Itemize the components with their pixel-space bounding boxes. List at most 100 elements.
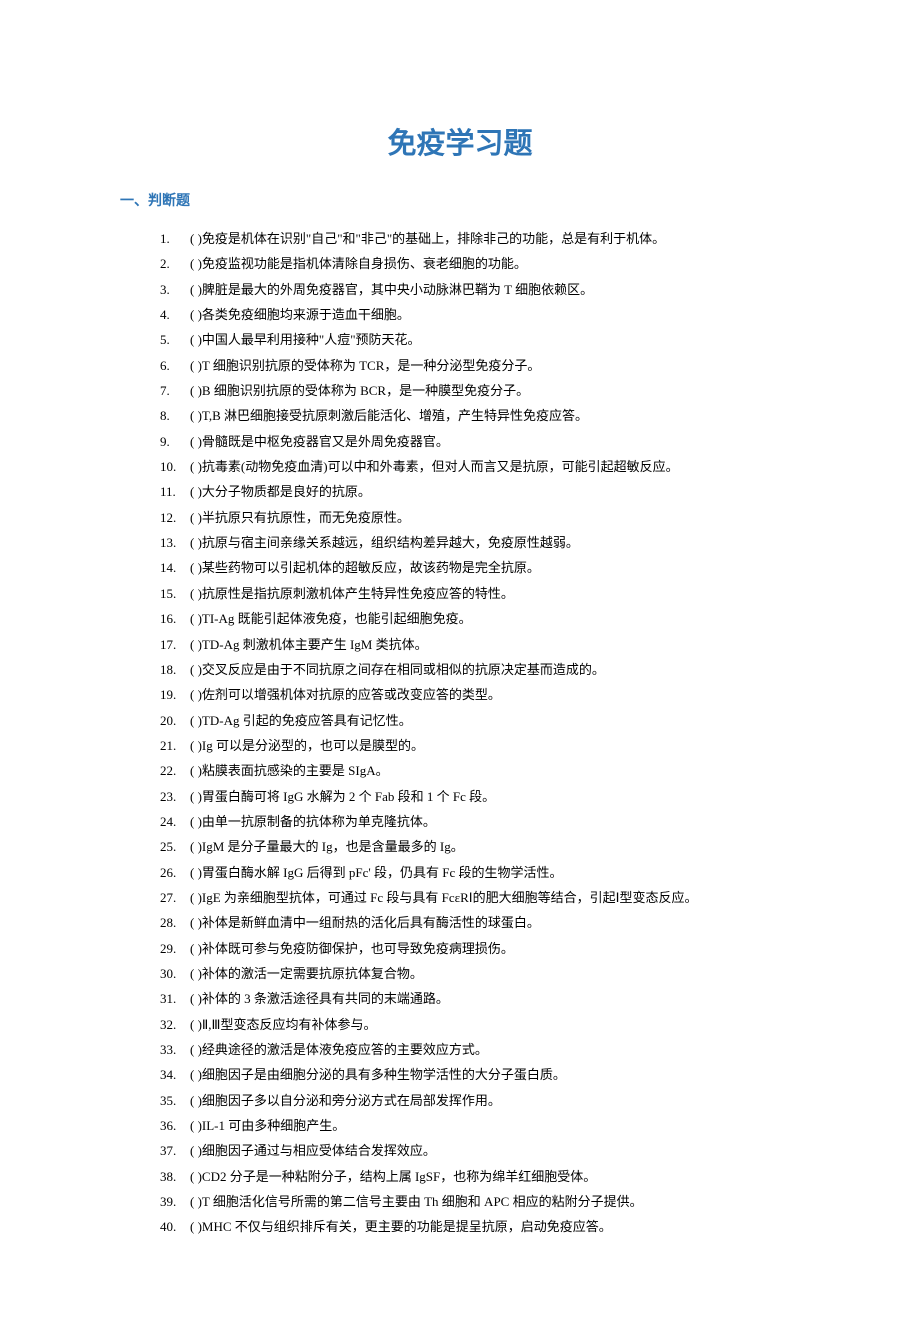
question-text: ( )免疫监视功能是指机体清除自身损伤、衰老细胞的功能。 xyxy=(190,251,800,276)
question-number: 35. xyxy=(160,1088,190,1113)
question-number: 8. xyxy=(160,403,190,428)
question-number: 10. xyxy=(160,454,190,479)
question-text: ( )交叉反应是由于不同抗原之间存在相同或相似的抗原决定基而造成的。 xyxy=(190,657,800,682)
question-number: 4. xyxy=(160,302,190,327)
question-item: 31.( )补体的 3 条激活途径具有共同的末端通路。 xyxy=(160,986,800,1011)
question-number: 12. xyxy=(160,505,190,530)
question-text: ( )补体的激活一定需要抗原抗体复合物。 xyxy=(190,961,800,986)
question-number: 37. xyxy=(160,1138,190,1163)
question-item: 30.( )补体的激活一定需要抗原抗体复合物。 xyxy=(160,961,800,986)
question-text: ( )MHC 不仅与组织排斥有关，更主要的功能是提呈抗原，启动免疫应答。 xyxy=(190,1214,800,1239)
question-item: 17.( )TD-Ag 刺激机体主要产生 IgM 类抗体。 xyxy=(160,632,800,657)
question-number: 16. xyxy=(160,606,190,631)
page-title: 免疫学习题 xyxy=(120,120,800,162)
question-number: 7. xyxy=(160,378,190,403)
question-number: 26. xyxy=(160,860,190,885)
question-item: 15.( )抗原性是指抗原刺激机体产生特异性免疫应答的特性。 xyxy=(160,581,800,606)
question-item: 36.( )IL-1 可由多种细胞产生。 xyxy=(160,1113,800,1138)
question-number: 20. xyxy=(160,708,190,733)
question-text: ( )骨髓既是中枢免疫器官又是外周免疫器官。 xyxy=(190,429,800,454)
question-text: ( )Ig 可以是分泌型的，也可以是膜型的。 xyxy=(190,733,800,758)
question-item: 35.( )细胞因子多以自分泌和旁分泌方式在局部发挥作用。 xyxy=(160,1088,800,1113)
question-item: 13.( )抗原与宿主间亲缘关系越远，组织结构差异越大，免疫原性越弱。 xyxy=(160,530,800,555)
question-text: ( )某些药物可以引起机体的超敏反应，故该药物是完全抗原。 xyxy=(190,555,800,580)
question-item: 8.( )T,B 淋巴细胞接受抗原刺激后能活化、增殖，产生特异性免疫应答。 xyxy=(160,403,800,428)
question-text: ( )抗原与宿主间亲缘关系越远，组织结构差异越大，免疫原性越弱。 xyxy=(190,530,800,555)
question-text: ( )粘膜表面抗感染的主要是 SIgA。 xyxy=(190,758,800,783)
question-number: 38. xyxy=(160,1164,190,1189)
question-number: 9. xyxy=(160,429,190,454)
question-text: ( )大分子物质都是良好的抗原。 xyxy=(190,479,800,504)
question-number: 29. xyxy=(160,936,190,961)
question-item: 37.( )细胞因子通过与相应受体结合发挥效应。 xyxy=(160,1138,800,1163)
question-item: 4.( )各类免疫细胞均来源于造血干细胞。 xyxy=(160,302,800,327)
question-text: ( )佐剂可以增强机体对抗原的应答或改变应答的类型。 xyxy=(190,682,800,707)
question-text: ( )IL-1 可由多种细胞产生。 xyxy=(190,1113,800,1138)
question-item: 29.( )补体既可参与免疫防御保护，也可导致免疫病理损伤。 xyxy=(160,936,800,961)
question-text: ( )补体的 3 条激活途径具有共同的末端通路。 xyxy=(190,986,800,1011)
question-item: 27.( )IgE 为亲细胞型抗体，可通过 Fc 段与具有 FcεRⅠ的肥大细胞… xyxy=(160,885,800,910)
question-item: 38.( )CD2 分子是一种粘附分子，结构上属 IgSF，也称为绵羊红细胞受体… xyxy=(160,1164,800,1189)
question-number: 13. xyxy=(160,530,190,555)
question-number: 25. xyxy=(160,834,190,859)
question-text: ( )IgE 为亲细胞型抗体，可通过 Fc 段与具有 FcεRⅠ的肥大细胞等结合… xyxy=(190,885,800,910)
question-number: 19. xyxy=(160,682,190,707)
question-number: 23. xyxy=(160,784,190,809)
question-item: 24.( )由单一抗原制备的抗体称为单克隆抗体。 xyxy=(160,809,800,834)
question-number: 15. xyxy=(160,581,190,606)
question-number: 36. xyxy=(160,1113,190,1138)
question-text: ( )中国人最早利用接种"人痘"预防天花。 xyxy=(190,327,800,352)
question-item: 2.( )免疫监视功能是指机体清除自身损伤、衰老细胞的功能。 xyxy=(160,251,800,276)
question-item: 34.( )细胞因子是由细胞分泌的具有多种生物学活性的大分子蛋白质。 xyxy=(160,1062,800,1087)
question-number: 32. xyxy=(160,1012,190,1037)
question-number: 11. xyxy=(160,479,190,504)
question-number: 1. xyxy=(160,226,190,251)
question-item: 7.( )B 细胞识别抗原的受体称为 BCR，是一种膜型免疫分子。 xyxy=(160,378,800,403)
question-text: ( )半抗原只有抗原性，而无免疫原性。 xyxy=(190,505,800,530)
question-number: 6. xyxy=(160,353,190,378)
question-text: ( )免疫是机体在识别"自己"和"非己"的基础上，排除非己的功能，总是有利于机体… xyxy=(190,226,800,251)
question-text: ( )CD2 分子是一种粘附分子，结构上属 IgSF，也称为绵羊红细胞受体。 xyxy=(190,1164,800,1189)
question-number: 5. xyxy=(160,327,190,352)
question-number: 22. xyxy=(160,758,190,783)
question-number: 39. xyxy=(160,1189,190,1214)
questions-list: 1.( )免疫是机体在识别"自己"和"非己"的基础上，排除非己的功能，总是有利于… xyxy=(120,226,800,1240)
question-text: ( )细胞因子多以自分泌和旁分泌方式在局部发挥作用。 xyxy=(190,1088,800,1113)
question-item: 19.( )佐剂可以增强机体对抗原的应答或改变应答的类型。 xyxy=(160,682,800,707)
question-number: 17. xyxy=(160,632,190,657)
question-text: ( )抗原性是指抗原刺激机体产生特异性免疫应答的特性。 xyxy=(190,581,800,606)
question-item: 5.( )中国人最早利用接种"人痘"预防天花。 xyxy=(160,327,800,352)
question-item: 10.( )抗毒素(动物免疫血清)可以中和外毒素，但对人而言又是抗原，可能引起超… xyxy=(160,454,800,479)
question-text: ( )胃蛋白酶可将 IgG 水解为 2 个 Fab 段和 1 个 Fc 段。 xyxy=(190,784,800,809)
question-number: 2. xyxy=(160,251,190,276)
question-item: 40.( )MHC 不仅与组织排斥有关，更主要的功能是提呈抗原，启动免疫应答。 xyxy=(160,1214,800,1239)
question-number: 21. xyxy=(160,733,190,758)
question-item: 23.( )胃蛋白酶可将 IgG 水解为 2 个 Fab 段和 1 个 Fc 段… xyxy=(160,784,800,809)
section-header: 一、判断题 xyxy=(120,190,800,210)
question-text: ( )T 细胞识别抗原的受体称为 TCR，是一种分泌型免疫分子。 xyxy=(190,353,800,378)
question-text: ( )由单一抗原制备的抗体称为单克隆抗体。 xyxy=(190,809,800,834)
question-item: 21.( )Ig 可以是分泌型的，也可以是膜型的。 xyxy=(160,733,800,758)
question-item: 9.( )骨髓既是中枢免疫器官又是外周免疫器官。 xyxy=(160,429,800,454)
question-text: ( )补体是新鲜血清中一组耐热的活化后具有酶活性的球蛋白。 xyxy=(190,910,800,935)
question-item: 25.( )IgM 是分子量最大的 Ig，也是含量最多的 Ig。 xyxy=(160,834,800,859)
question-number: 3. xyxy=(160,277,190,302)
question-number: 24. xyxy=(160,809,190,834)
question-item: 14.( )某些药物可以引起机体的超敏反应，故该药物是完全抗原。 xyxy=(160,555,800,580)
question-text: ( )TD-Ag 引起的免疫应答具有记忆性。 xyxy=(190,708,800,733)
question-number: 33. xyxy=(160,1037,190,1062)
question-item: 32.( )Ⅱ,Ⅲ型变态反应均有补体参与。 xyxy=(160,1012,800,1037)
question-item: 33.( )经典途径的激活是体液免疫应答的主要效应方式。 xyxy=(160,1037,800,1062)
question-number: 34. xyxy=(160,1062,190,1087)
question-number: 31. xyxy=(160,986,190,1011)
question-number: 14. xyxy=(160,555,190,580)
question-text: ( )Ⅱ,Ⅲ型变态反应均有补体参与。 xyxy=(190,1012,800,1037)
question-text: ( )胃蛋白酶水解 IgG 后得到 pFc' 段，仍具有 Fc 段的生物学活性。 xyxy=(190,860,800,885)
question-text: ( )补体既可参与免疫防御保护，也可导致免疫病理损伤。 xyxy=(190,936,800,961)
question-number: 27. xyxy=(160,885,190,910)
question-item: 20.( )TD-Ag 引起的免疫应答具有记忆性。 xyxy=(160,708,800,733)
question-item: 12.( )半抗原只有抗原性，而无免疫原性。 xyxy=(160,505,800,530)
question-number: 40. xyxy=(160,1214,190,1239)
question-number: 28. xyxy=(160,910,190,935)
question-text: ( )细胞因子是由细胞分泌的具有多种生物学活性的大分子蛋白质。 xyxy=(190,1062,800,1087)
